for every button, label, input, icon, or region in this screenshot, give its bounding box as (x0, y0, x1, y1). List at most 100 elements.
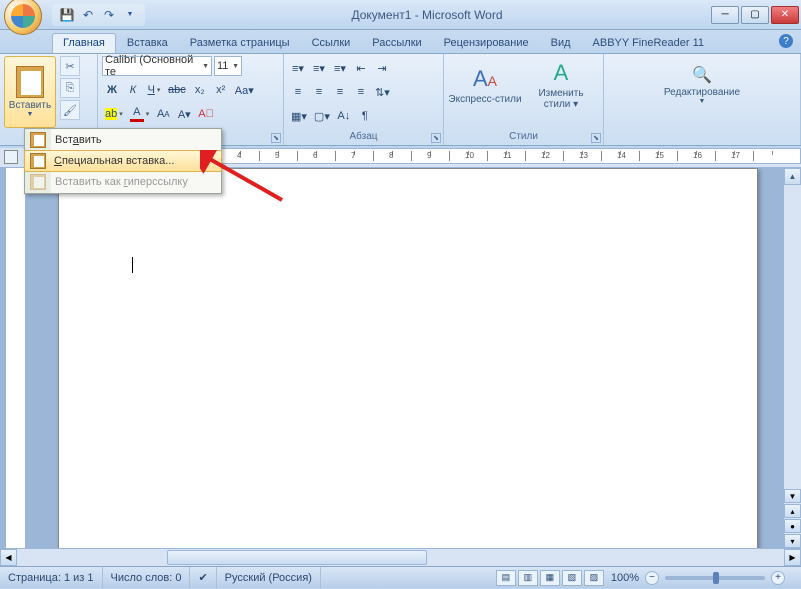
subscript-button[interactable]: x₂ (190, 80, 210, 100)
view-print-button[interactable]: ▤ (496, 570, 516, 586)
menu-paste-special[interactable]: Специальная вставка... (24, 150, 222, 172)
menu-paste[interactable]: Вставить (25, 129, 221, 151)
highlight-button[interactable]: ab▾ (102, 104, 126, 124)
tab-home[interactable]: Главная (52, 33, 116, 53)
clear-format-button[interactable]: A⃠ (195, 104, 217, 124)
h-scroll-thumb[interactable] (167, 550, 427, 565)
status-bar: Страница: 1 из 1 Число слов: 0 ✔ Русский… (0, 566, 801, 588)
status-proof[interactable]: ✔ (190, 567, 216, 588)
vertical-ruler[interactable] (6, 168, 26, 548)
tab-selector[interactable] (4, 150, 18, 164)
status-page[interactable]: Страница: 1 из 1 (0, 567, 103, 588)
align-left-button[interactable]: ≡ (288, 82, 308, 102)
quick-styles-button[interactable]: AA Экспресс-стили (448, 56, 522, 114)
document-viewport[interactable] (28, 168, 783, 548)
styles-dialog-launcher[interactable]: ⬊ (591, 133, 601, 143)
font-name-combo[interactable]: Calibri (Основной те▼ (102, 56, 212, 76)
paragraph-dialog-launcher[interactable]: ⬊ (431, 133, 441, 143)
indent-dec-button[interactable]: ⇤ (351, 58, 371, 78)
browse-object-button[interactable]: ● (784, 519, 801, 533)
line-spacing-button[interactable]: ⇅▾ (372, 82, 393, 102)
italic-button[interactable]: К (123, 80, 143, 100)
view-fullscreen-button[interactable]: ▥ (518, 570, 538, 586)
scroll-down-button[interactable]: ▼ (784, 489, 801, 503)
indent-inc-button[interactable]: ⇥ (372, 58, 392, 78)
format-painter-button[interactable]: 🖌 (60, 100, 80, 120)
group-paragraph-label: Абзац (288, 130, 439, 143)
tab-review[interactable]: Рецензирование (433, 33, 540, 53)
zoom-slider-thumb[interactable] (713, 572, 719, 584)
close-button[interactable]: ✕ (771, 6, 799, 24)
multilevel-button[interactable]: ≡▾ (330, 58, 350, 78)
tab-references[interactable]: Ссылки (301, 33, 362, 53)
vertical-scrollbar[interactable]: ▲ ▼ ▴ ● ▾ (783, 168, 801, 548)
tab-abbyy[interactable]: ABBYY FineReader 11 (582, 33, 716, 53)
zoom-out-button[interactable]: − (645, 571, 659, 585)
maximize-button[interactable]: ▢ (741, 6, 769, 24)
h-scroll-track[interactable] (17, 549, 784, 566)
justify-button[interactable]: ≡ (351, 82, 371, 102)
change-case-button[interactable]: Aa▾ (232, 80, 257, 100)
clipboard-link-icon (30, 174, 46, 190)
menu-paste-label: Вставить (55, 134, 102, 146)
align-center-button[interactable]: ≡ (309, 82, 329, 102)
paste-button[interactable]: Вставить ▼ (4, 56, 56, 128)
next-page-button[interactable]: ▾ (784, 534, 801, 548)
change-styles-button[interactable]: A Изменить стили ▾ (524, 56, 598, 114)
tab-layout[interactable]: Разметка страницы (179, 33, 301, 53)
tab-mailings[interactable]: Рассылки (361, 33, 432, 53)
underline-button[interactable]: Ч▾ (144, 80, 164, 100)
zoom-level[interactable]: 100% (605, 572, 645, 584)
align-right-button[interactable]: ≡ (330, 82, 350, 102)
scroll-left-button[interactable]: ◀ (0, 549, 17, 566)
strikethrough-button[interactable]: abc (165, 80, 189, 100)
bullets-button[interactable]: ≡▾ (288, 58, 308, 78)
font-size-combo[interactable]: 11▼ (214, 56, 242, 76)
page[interactable] (58, 168, 758, 548)
copy-button[interactable]: ⎘ (60, 78, 80, 98)
undo-icon[interactable]: ↶ (79, 6, 97, 24)
zoom-slider[interactable] (665, 576, 765, 580)
borders-button[interactable]: ▢▾ (311, 106, 333, 126)
font-name-value: Calibri (Основной те (105, 54, 200, 78)
view-draft-button[interactable]: ▨ (584, 570, 604, 586)
title-bar: 💾 ↶ ↷ ▼ Документ1 - Microsoft Word ─ ▢ ✕ (0, 0, 801, 30)
office-button[interactable] (4, 0, 42, 35)
scroll-up-button[interactable]: ▲ (784, 168, 801, 185)
editing-label: Редактирование (664, 87, 740, 98)
shrink-font-button[interactable]: A▾ (174, 104, 194, 124)
find-button[interactable]: 🔍 Редактирование ▼ (657, 56, 747, 114)
scroll-right-button[interactable]: ▶ (784, 549, 801, 566)
zoom-in-button[interactable]: + (771, 571, 785, 585)
view-web-button[interactable]: ▦ (540, 570, 560, 586)
cut-button[interactable]: ✂ (60, 56, 80, 76)
document-area: ▲ ▼ ▴ ● ▾ (0, 168, 801, 548)
redo-icon[interactable]: ↷ (100, 6, 118, 24)
view-outline-button[interactable]: ▧ (562, 570, 582, 586)
bold-button[interactable]: Ж (102, 80, 122, 100)
status-words[interactable]: Число слов: 0 (103, 567, 191, 588)
ribbon-tabs: Главная Вставка Разметка страницы Ссылки… (0, 30, 801, 54)
change-styles-label: Изменить стили ▾ (524, 88, 598, 110)
sort-button[interactable]: A↓ (334, 106, 354, 126)
prev-page-button[interactable]: ▴ (784, 504, 801, 518)
font-dialog-launcher[interactable]: ⬊ (271, 133, 281, 143)
shading-button[interactable]: ▦▾ (288, 106, 310, 126)
show-marks-button[interactable]: ¶ (355, 106, 375, 126)
save-icon[interactable]: 💾 (58, 6, 76, 24)
font-color-button[interactable]: A▾ (127, 104, 153, 124)
horizontal-scrollbar[interactable]: ◀ ▶ (0, 548, 801, 566)
help-icon[interactable]: ? (779, 34, 793, 48)
numbering-button[interactable]: ≡▾ (309, 58, 329, 78)
binoculars-icon: 🔍 (692, 65, 712, 85)
status-language[interactable]: Русский (Россия) (217, 567, 321, 588)
group-styles-label: Стили (448, 130, 599, 143)
tab-view[interactable]: Вид (540, 33, 582, 53)
tab-insert[interactable]: Вставка (116, 33, 179, 53)
qat-customize-icon[interactable]: ▼ (121, 6, 139, 24)
superscript-button[interactable]: x² (211, 80, 231, 100)
grow-font-button[interactable]: AА (153, 104, 173, 124)
text-cursor (132, 257, 133, 273)
styles-icon: AA (473, 66, 497, 92)
minimize-button[interactable]: ─ (711, 6, 739, 24)
